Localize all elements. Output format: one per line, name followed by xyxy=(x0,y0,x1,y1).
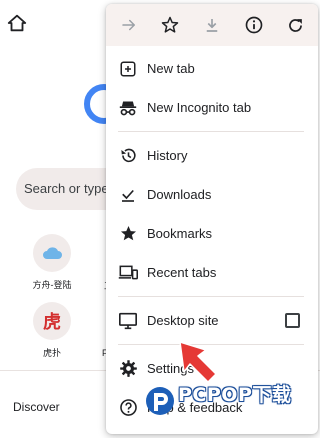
menu-item-new-tab[interactable]: New tab xyxy=(106,49,318,88)
help-icon xyxy=(118,398,138,418)
reload-icon[interactable] xyxy=(281,11,309,39)
shortcut-label: 方舟-登陆 xyxy=(32,280,72,290)
star-outline-icon[interactable] xyxy=(156,11,184,39)
home-icon[interactable] xyxy=(6,12,28,34)
monitor-icon xyxy=(118,311,138,331)
menu-divider xyxy=(118,131,304,132)
star-filled-icon xyxy=(118,224,138,244)
shortcut-tile[interactable]: 方舟-登陆 xyxy=(22,234,82,291)
menu-divider xyxy=(118,296,304,297)
forward-arrow-icon[interactable] xyxy=(115,11,143,39)
hupu-logo-icon: 虎 xyxy=(33,302,71,340)
menu-item-label: Desktop site xyxy=(147,313,219,328)
menu-item-desktop-site[interactable]: Desktop site xyxy=(106,301,318,340)
menu-item-bookmarks[interactable]: Bookmarks xyxy=(106,214,318,253)
plus-box-icon xyxy=(118,59,138,79)
menu-item-label: History xyxy=(147,148,188,163)
shortcut-tile[interactable]: 虎 虎扑 xyxy=(22,302,82,359)
discover-label: Discover xyxy=(13,400,60,414)
menu-toolbar xyxy=(106,4,318,46)
history-icon xyxy=(118,146,138,166)
incognito-icon xyxy=(118,98,138,118)
gear-icon xyxy=(118,359,138,379)
devices-icon xyxy=(118,263,138,283)
shortcut-label: 虎扑 xyxy=(42,348,61,358)
menu-item-downloads[interactable]: Downloads xyxy=(106,175,318,214)
info-icon[interactable] xyxy=(240,11,268,39)
menu-item-label: New tab xyxy=(147,61,195,76)
menu-item-recent-tabs[interactable]: Recent tabs xyxy=(106,253,318,292)
menu-item-new-incognito-tab[interactable]: New Incognito tab xyxy=(106,88,318,127)
menu-item-history[interactable]: History xyxy=(106,136,318,175)
desktop-site-checkbox[interactable] xyxy=(285,313,300,328)
download-icon[interactable] xyxy=(198,11,226,39)
watermark-text: PCPOP下载 xyxy=(178,384,292,406)
menu-item-label: Recent tabs xyxy=(147,265,217,280)
menu-item-label: Bookmarks xyxy=(147,226,213,241)
menu-item-label: Downloads xyxy=(147,187,212,202)
cloud-icon xyxy=(33,234,71,272)
downloads-check-icon xyxy=(118,185,138,205)
menu-item-label: New Incognito tab xyxy=(147,100,252,115)
